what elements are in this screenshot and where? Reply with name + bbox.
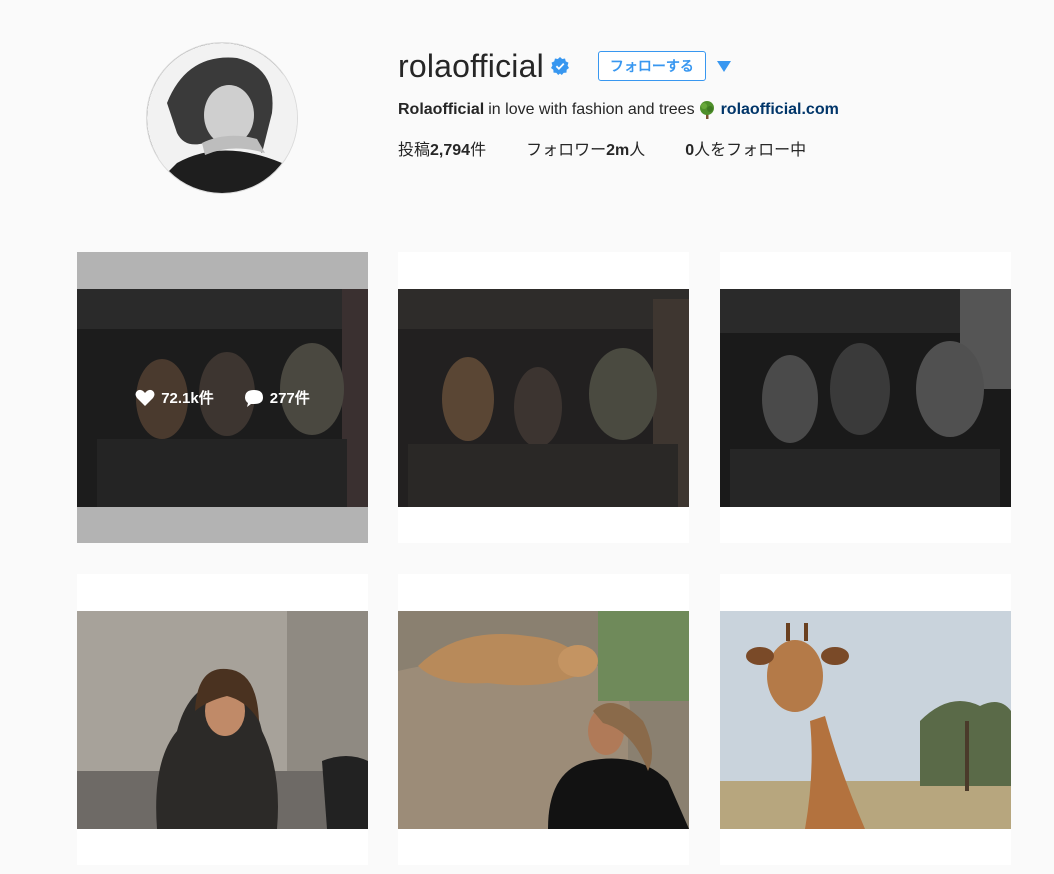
verified-badge-icon xyxy=(550,57,569,75)
post-thumbnail[interactable] xyxy=(77,574,368,865)
following-count[interactable]: 0人をフォロー中 xyxy=(685,136,806,160)
followers-suffix: 人 xyxy=(629,142,646,159)
post-thumbnail[interactable] xyxy=(720,252,1011,543)
posts-value: 2,794 xyxy=(430,142,471,159)
bio: Rolaofficial in love with fashion and tr… xyxy=(398,99,1018,121)
post-photo xyxy=(720,289,1011,507)
comments-count: 277件 xyxy=(269,390,310,407)
posts-label: 投稿 xyxy=(398,142,431,159)
likes-count: 72.1k件 xyxy=(161,390,214,407)
post-thumbnail[interactable] xyxy=(398,574,689,865)
followers-label: フォロワー xyxy=(526,142,607,159)
following-suffix: 人をフォロー中 xyxy=(694,142,807,159)
followers-value: 2m xyxy=(606,142,630,159)
chevron-down-icon[interactable] xyxy=(716,59,732,73)
comments-stat: 277件 xyxy=(244,387,310,408)
post-thumbnail[interactable] xyxy=(720,574,1011,865)
post-hover-overlay: 72.1k件 277件 xyxy=(77,252,368,543)
title-row: rolaofficial フォローする xyxy=(398,46,1018,86)
profile-stats: 投稿2,794件 フォロワー2m人 0人をフォロー中 xyxy=(398,136,1018,160)
username: rolaofficial xyxy=(398,47,544,84)
post-photo xyxy=(77,611,368,829)
avatar-photo xyxy=(147,43,297,193)
post-thumbnail[interactable]: 72.1k件 277件 xyxy=(77,252,368,543)
post-thumbnail[interactable] xyxy=(398,252,689,543)
website-link[interactable]: rolaofficial.com xyxy=(721,101,839,119)
followers-count[interactable]: フォロワー2m人 xyxy=(526,136,645,160)
likes-stat: 72.1k件 xyxy=(135,387,214,408)
posts-suffix: 件 xyxy=(470,142,487,159)
post-photo xyxy=(398,289,689,507)
heart-icon xyxy=(135,389,155,406)
bio-name: Rolaofficial xyxy=(398,101,485,118)
bio-text: in love with fashion and trees xyxy=(488,101,695,118)
tree-emoji-icon xyxy=(699,101,714,119)
follow-button[interactable]: フォローする xyxy=(597,51,706,81)
profile-avatar xyxy=(146,42,298,194)
post-photo xyxy=(720,611,1011,829)
following-value: 0 xyxy=(685,142,695,159)
post-photo xyxy=(398,611,689,829)
comment-icon xyxy=(244,389,263,407)
profile-header: rolaofficial フォローする Rolaofficial in love… xyxy=(398,46,1018,160)
posts-count: 投稿2,794件 xyxy=(398,136,486,160)
